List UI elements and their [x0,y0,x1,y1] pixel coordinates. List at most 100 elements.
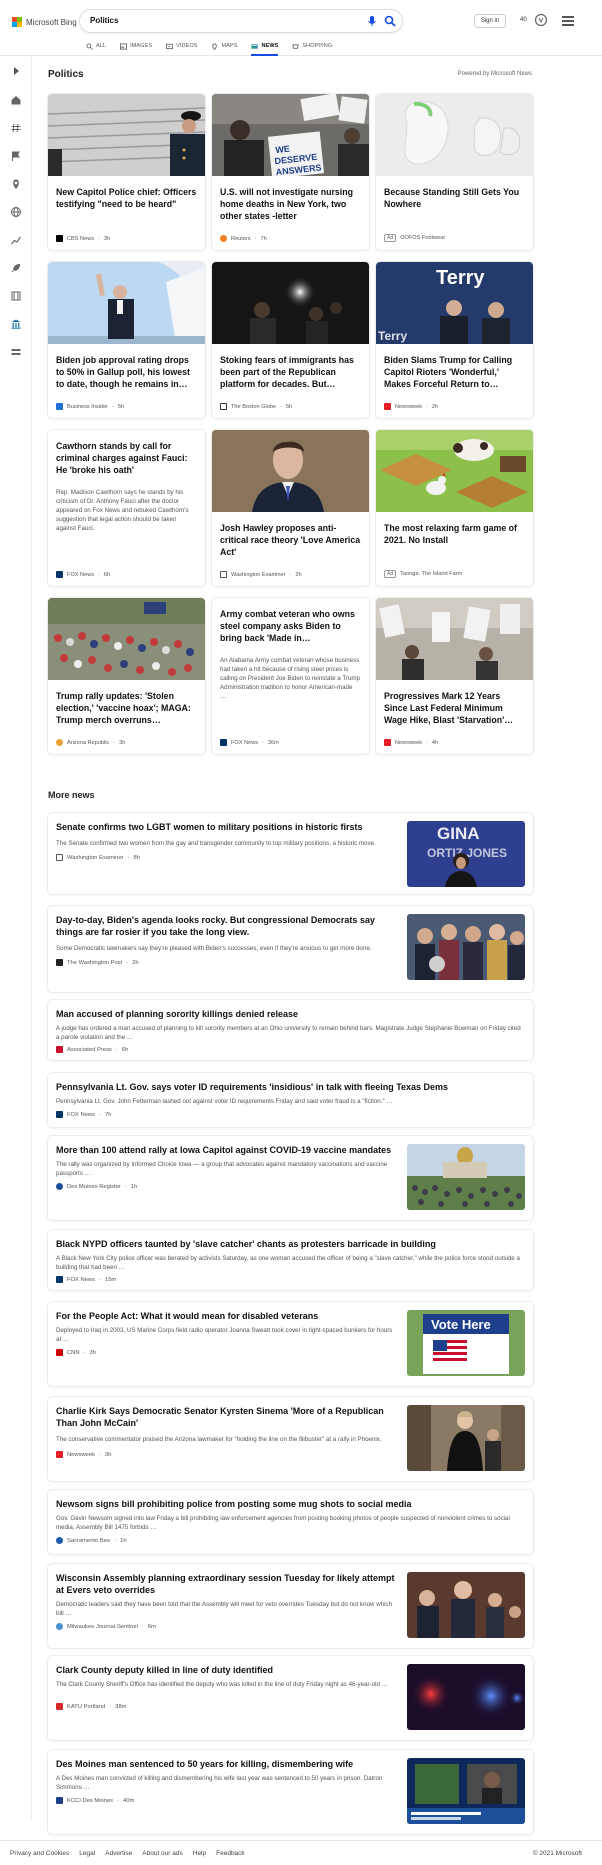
news-list-item[interactable]: Clark County deputy killed in line of du… [48,1656,533,1740]
news-card[interactable]: Josh Hawley proposes anti-critical race … [212,430,369,586]
footer-link-feedback[interactable]: Feedback [216,1850,245,1857]
news-card[interactable]: Progressives Mark 12 Years Since Last Fe… [376,598,533,754]
card-title[interactable]: U.S. will not investigate nursing home d… [220,186,362,222]
search-icon[interactable] [384,15,396,27]
rewards-points[interactable]: 40 [520,17,527,23]
card-source[interactable]: Arizona Republic · 3h [56,739,125,746]
news-source[interactable]: CNN · 3h [56,1349,96,1356]
card-title[interactable]: Josh Hawley proposes anti-critical race … [220,522,362,558]
footer-link-legal[interactable]: Legal [79,1850,95,1857]
search-input[interactable]: Politics [90,16,118,25]
news-list-item[interactable]: Day-to-day, Biden's agenda looks rocky. … [48,906,533,992]
technology-rocket-icon[interactable] [10,262,22,274]
news-title[interactable]: Wisconsin Assembly planning extraordinar… [56,1572,396,1596]
news-title[interactable]: Day-to-day, Biden's agenda looks rocky. … [56,914,396,938]
card-title[interactable]: Progressives Mark 12 Years Since Last Fe… [384,690,526,726]
news-list-item[interactable]: Wisconsin Assembly planning extraordinar… [48,1564,533,1648]
news-title[interactable]: More than 100 attend rally at Iowa Capit… [56,1144,396,1156]
expand-arrow-icon[interactable] [10,65,22,77]
news-list-item[interactable]: Pennsylvania Lt. Gov. says voter ID requ… [48,1073,533,1127]
tab-shopping[interactable]: SHOPPING [292,41,332,51]
news-title[interactable]: Senate confirms two LGBT women to milita… [56,821,396,833]
news-source[interactable]: Milwaukee Journal-Sentinel · 6m [56,1623,156,1630]
news-card[interactable]: New Capitol Police chief: Officers testi… [48,94,205,250]
news-title[interactable]: Black NYPD officers taunted by 'slave ca… [56,1238,526,1250]
news-card[interactable]: Army combat veteran who owns steel compa… [212,598,369,754]
card-source[interactable]: Newsweek · 2h [384,403,438,410]
ad-card[interactable]: Because Standing Still Gets You Nowhere … [376,94,533,250]
entertainment-film-icon[interactable] [10,290,22,302]
tab-maps[interactable]: MAPS [211,41,237,51]
home-icon[interactable] [10,94,22,106]
card-title[interactable]: Trump rally updates: 'Stolen election,' … [56,690,198,726]
news-title[interactable]: For the People Act: What it would mean f… [56,1310,396,1322]
news-source[interactable]: Washington Examiner · 8h [56,854,140,861]
tab-news[interactable]: NEWS [251,41,279,56]
globe-icon[interactable] [10,206,22,218]
footer-link-about-ads[interactable]: About our ads [142,1850,182,1857]
card-title[interactable]: Army combat veteran who owns steel compa… [220,608,362,644]
news-list-item[interactable]: Charlie Kirk Says Democratic Senator Kyr… [48,1397,533,1481]
news-card[interactable]: Stoking fears of immigrants has been par… [212,262,369,418]
card-title[interactable]: Cawthorn stands by call for criminal cha… [56,440,198,476]
card-title[interactable]: Stoking fears of immigrants has been par… [220,354,362,390]
card-title[interactable]: The most relaxing farm game of 2021. No … [384,522,526,546]
card-source[interactable]: CBS News · 3h [56,235,110,242]
news-list-item[interactable]: Des Moines man sentenced to 50 years for… [48,1750,533,1834]
card-title[interactable]: New Capitol Police chief: Officers testi… [56,186,198,210]
news-list-item[interactable]: More than 100 attend rally at Iowa Capit… [48,1136,533,1220]
card-source[interactable]: FOX News · 6h [56,571,110,578]
tab-all[interactable]: ALL [86,41,106,51]
card-source[interactable]: Business Insider · 5h [56,403,124,410]
news-card[interactable]: Trump rally updates: 'Stolen election,' … [48,598,205,754]
politics-building-icon[interactable] [10,318,22,330]
card-title[interactable]: Biden job approval rating drops to 50% i… [56,354,198,390]
news-source[interactable]: KCCI Des Moines · 40m [56,1797,134,1804]
news-title[interactable]: Charlie Kirk Says Democratic Senator Kyr… [56,1405,396,1429]
news-title[interactable]: Newsom signs bill prohibiting police fro… [56,1498,526,1510]
news-source[interactable]: FOX News · 15m [56,1276,116,1283]
news-title[interactable]: Des Moines man sentenced to 50 years for… [56,1758,396,1770]
card-source[interactable]: The Boston Globe · 5h [220,403,292,410]
card-source[interactable]: Washington Examiner · 2h [220,571,302,578]
flag-icon[interactable] [10,150,22,162]
hamburger-menu-icon[interactable] [562,16,574,26]
card-source[interactable]: Newsweek · 4h [384,739,438,746]
news-source[interactable]: Des Moines Register · 1h [56,1183,137,1190]
news-list-item[interactable]: Newsom signs bill prohibiting police fro… [48,1490,533,1554]
sign-in-button[interactable]: Sign in [474,14,506,28]
footer-link-advertise[interactable]: Advertise [105,1850,132,1857]
bing-logo[interactable]: Microsoft Bing [12,16,77,28]
card-title[interactable]: Biden Slams Trump for Calling Capitol Ri… [384,354,526,390]
card-source[interactable]: Ad OOFOS Footwear [384,234,445,242]
microphone-icon[interactable] [366,15,378,27]
ad-card[interactable]: The most relaxing farm game of 2021. No … [376,430,533,586]
news-source[interactable]: Sacramento Bee · 1h [56,1537,127,1544]
news-list-item[interactable]: Black NYPD officers taunted by 'slave ca… [48,1230,533,1290]
news-list-item[interactable]: Man accused of planning sorority killing… [48,1000,533,1060]
card-source[interactable]: FOX News · 36m [220,739,279,746]
news-title[interactable]: Man accused of planning sorority killing… [56,1008,526,1020]
news-card[interactable]: Terry Terry Biden Slams Trump for Callin… [376,262,533,418]
search-box[interactable]: Politics [80,10,402,32]
news-source[interactable]: The Washington Post · 2h [56,959,139,966]
news-title[interactable]: Pennsylvania Lt. Gov. says voter ID requ… [56,1081,526,1093]
news-source[interactable]: Newsweek · 3h [56,1451,111,1458]
card-title[interactable]: Because Standing Still Gets You Nowhere [384,186,526,210]
news-source[interactable]: FOX News · 7h [56,1111,111,1118]
hashtag-icon[interactable] [10,122,22,134]
business-chart-icon[interactable] [10,234,22,246]
news-card[interactable]: Biden job approval rating drops to 50% i… [48,262,205,418]
tab-videos[interactable]: VIDEOS [166,41,197,51]
footer-link-help[interactable]: Help [193,1850,206,1857]
location-icon[interactable] [10,178,22,190]
more-topics-icon[interactable] [10,346,22,358]
news-card[interactable]: WEDESERVEANSWERS U.S. will not investiga… [212,94,369,250]
tab-images[interactable]: IMAGES [120,41,152,51]
news-card[interactable]: Cawthorn stands by call for criminal cha… [48,430,205,586]
card-source[interactable]: Reuters · 7h [220,235,267,242]
card-source[interactable]: Ad Taonga: The Island Farm [384,570,462,578]
news-list-item[interactable]: For the People Act: What it would mean f… [48,1302,533,1386]
news-source[interactable]: Associated Press · 6h [56,1046,128,1053]
footer-link-privacy[interactable]: Privacy and Cookies [10,1850,69,1857]
